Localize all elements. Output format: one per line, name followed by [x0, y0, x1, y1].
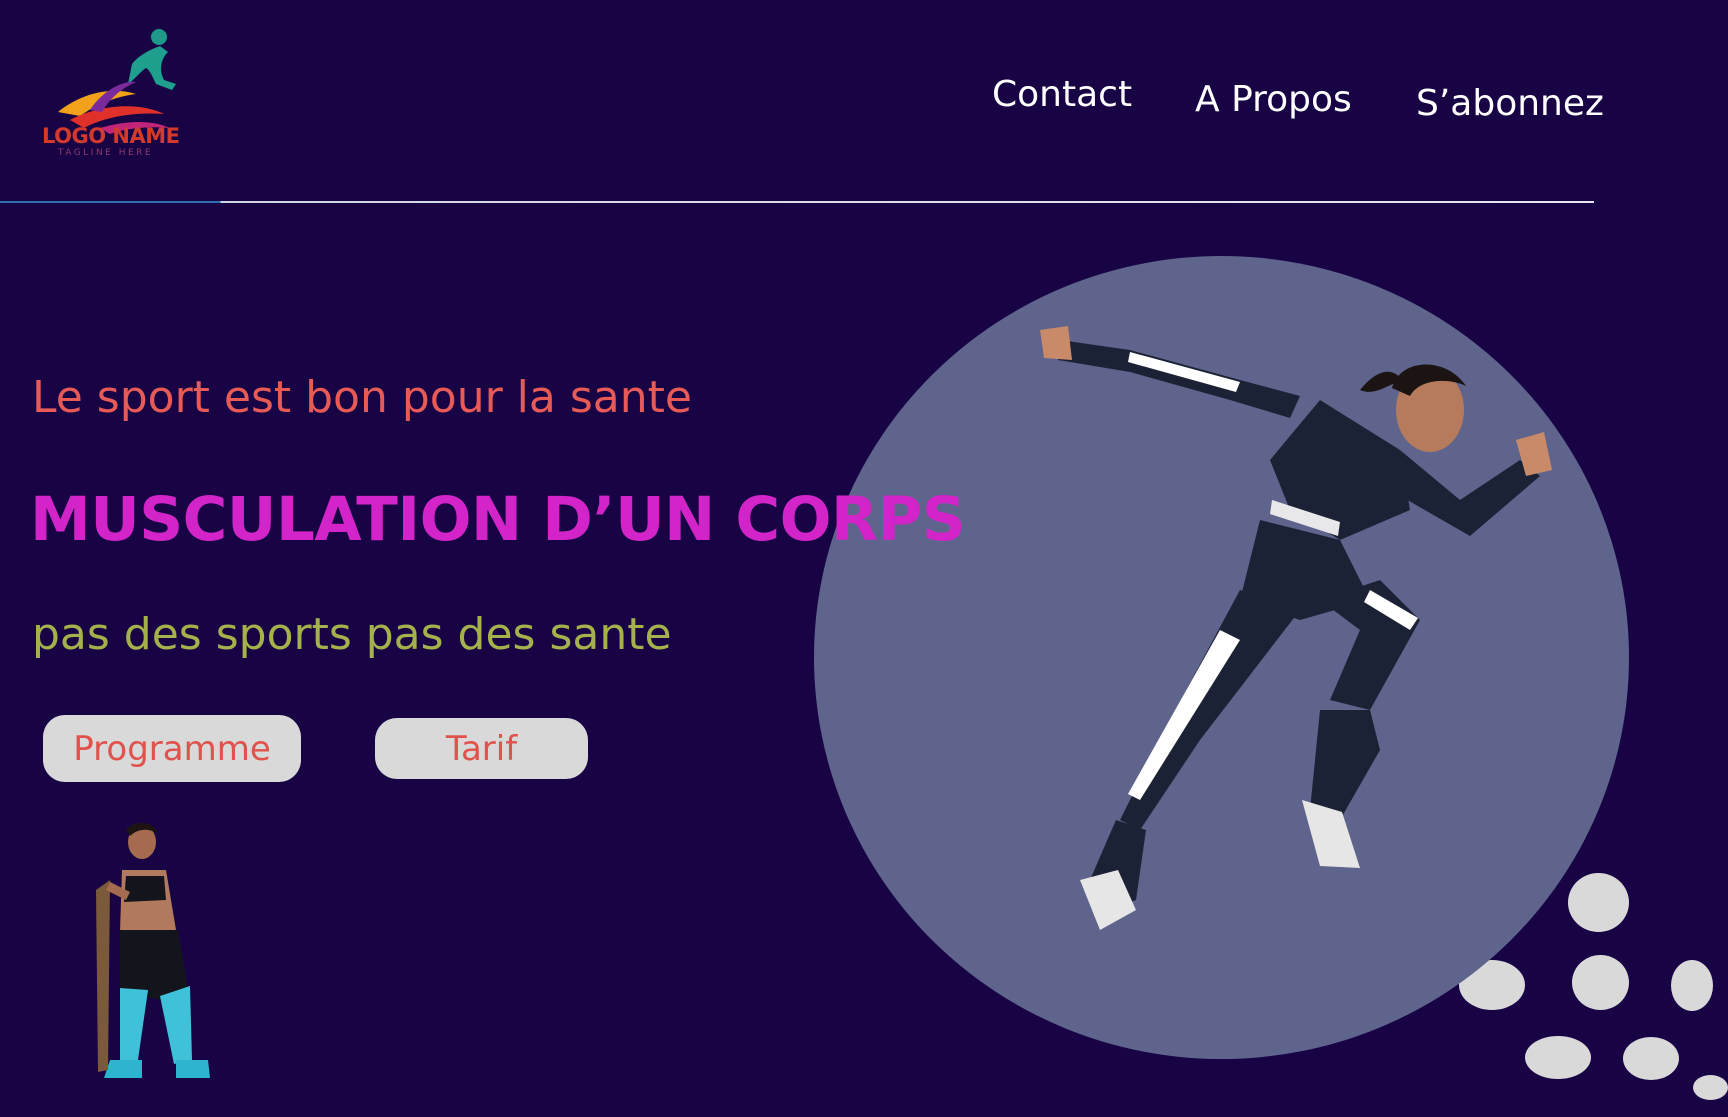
runner-image [1040, 326, 1552, 930]
decorative-dot [1623, 1037, 1679, 1080]
trainer-image [96, 822, 210, 1078]
logo-tagline: TAGLINE HERE [58, 148, 154, 158]
hero-title: MUSCULATION D’UN CORPS [30, 484, 966, 555]
athlete-logo-icon [58, 29, 176, 134]
hero-subtitle: Le sport est bon pour la sante [32, 372, 692, 423]
decorative-dot [1671, 960, 1713, 1011]
hero-tagline: pas des sports pas des sante [32, 609, 672, 660]
programme-button[interactable]: Programme [43, 715, 301, 782]
header-divider [0, 201, 1594, 203]
nav-link-sabonnez[interactable]: S’abonnez [1416, 83, 1604, 124]
nav-link-contact[interactable]: Contact [992, 74, 1132, 115]
logo-name: LOGO NAME [42, 124, 180, 148]
logo[interactable]: LOGO NAME TAGLINE HERE [40, 24, 190, 164]
tarif-button[interactable]: Tarif [375, 718, 588, 779]
decorative-dot [1693, 1075, 1728, 1100]
nav-link-a-propos[interactable]: A Propos [1195, 79, 1352, 120]
decorative-dot [1572, 955, 1629, 1010]
decorative-dot [1525, 1036, 1591, 1079]
